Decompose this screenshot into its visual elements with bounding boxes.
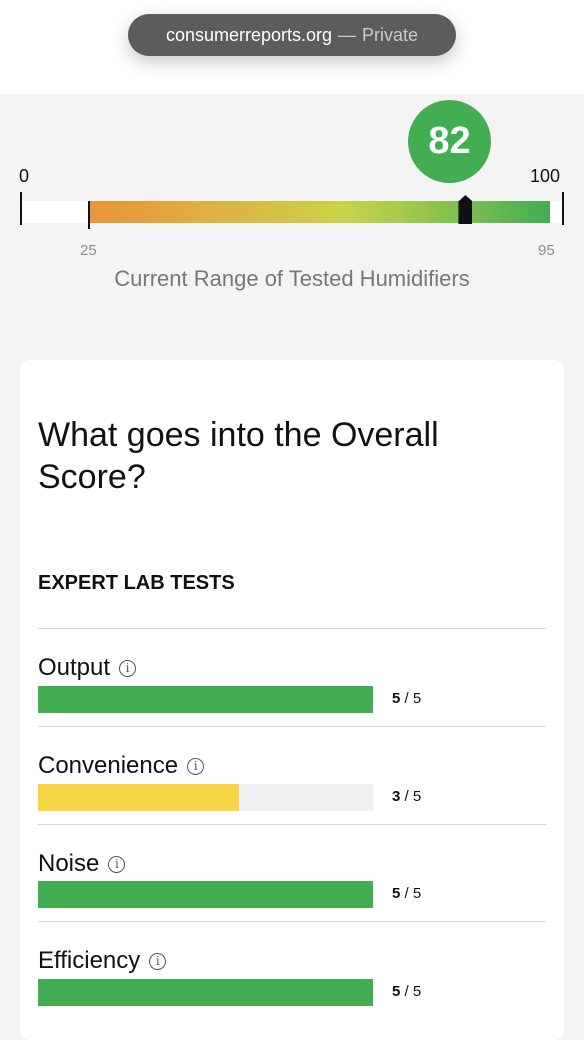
metric-name: Efficiency bbox=[38, 947, 141, 974]
info-icon[interactable]: i bbox=[187, 757, 205, 775]
info-icon[interactable]: i bbox=[149, 952, 167, 970]
score-marker bbox=[458, 195, 473, 224]
metric-bar-output bbox=[38, 686, 373, 713]
metric-bar-fill bbox=[38, 686, 373, 713]
metric-bar-convenience bbox=[38, 784, 373, 811]
metric-bar-efficiency bbox=[38, 979, 373, 1006]
url-separator: — bbox=[338, 24, 357, 45]
metric-score-output: 5 / 5 bbox=[392, 690, 421, 707]
metric-divider bbox=[38, 726, 546, 727]
metric-name: Convenience bbox=[38, 752, 179, 779]
section-divider bbox=[38, 628, 546, 629]
metric-bar-fill bbox=[38, 979, 373, 1006]
metric-score-max: / 5 bbox=[404, 983, 422, 1000]
scale-end-tick bbox=[562, 192, 564, 225]
metric-bar-fill bbox=[38, 881, 373, 908]
scale-track-untested-end bbox=[550, 201, 562, 223]
metric-label-efficiency: Efficiency i bbox=[38, 947, 167, 975]
section-heading: EXPERT LAB TESTS bbox=[38, 572, 235, 594]
metric-name: Noise bbox=[38, 850, 100, 877]
info-icon[interactable]: i bbox=[119, 659, 137, 677]
metric-bar-noise bbox=[38, 881, 373, 908]
metric-score-value: 5 bbox=[392, 690, 401, 707]
metric-divider bbox=[38, 921, 546, 922]
scale-min-label: 0 bbox=[19, 166, 30, 186]
metric-label-convenience: Convenience i bbox=[38, 752, 205, 780]
metric-score-value: 5 bbox=[392, 885, 401, 902]
tested-range-high-label: 95 bbox=[538, 242, 555, 259]
overall-score-card: What goes into the Overall Score? EXPERT… bbox=[20, 360, 564, 1040]
metric-label-noise: Noise i bbox=[38, 850, 126, 878]
tested-range-start-tick bbox=[88, 201, 90, 229]
metric-bar-fill bbox=[38, 784, 239, 811]
url-bar[interactable]: consumerreports.org — Private bbox=[128, 14, 456, 56]
info-icon[interactable]: i bbox=[108, 855, 126, 873]
metric-score-noise: 5 / 5 bbox=[392, 885, 421, 902]
metric-score-value: 3 bbox=[392, 788, 401, 805]
metric-score-max: / 5 bbox=[404, 690, 422, 707]
metric-score-value: 5 bbox=[392, 983, 401, 1000]
scale-track-untested bbox=[22, 201, 88, 223]
private-mode-label: Private bbox=[362, 24, 419, 45]
url-domain: consumerreports.org bbox=[165, 24, 333, 45]
browser-top-bar: consumerreports.org — Private bbox=[0, 0, 584, 94]
scale-max-label: 100 bbox=[530, 166, 561, 186]
tested-range-low-label: 25 bbox=[80, 242, 97, 259]
metric-score-convenience: 3 / 5 bbox=[392, 788, 421, 805]
metric-score-max: / 5 bbox=[404, 788, 422, 805]
tested-range-bar bbox=[88, 201, 550, 223]
overall-score-badge: 82 bbox=[408, 100, 491, 183]
card-title: What goes into the Overall Score? bbox=[38, 416, 439, 496]
metric-score-efficiency: 5 / 5 bbox=[392, 983, 421, 1000]
tested-range-caption: Current Range of Tested Humidifiers bbox=[114, 266, 470, 291]
metric-label-output: Output i bbox=[38, 654, 137, 682]
metric-divider bbox=[38, 824, 546, 825]
metric-score-max: / 5 bbox=[404, 885, 422, 902]
metric-name: Output bbox=[38, 654, 111, 681]
